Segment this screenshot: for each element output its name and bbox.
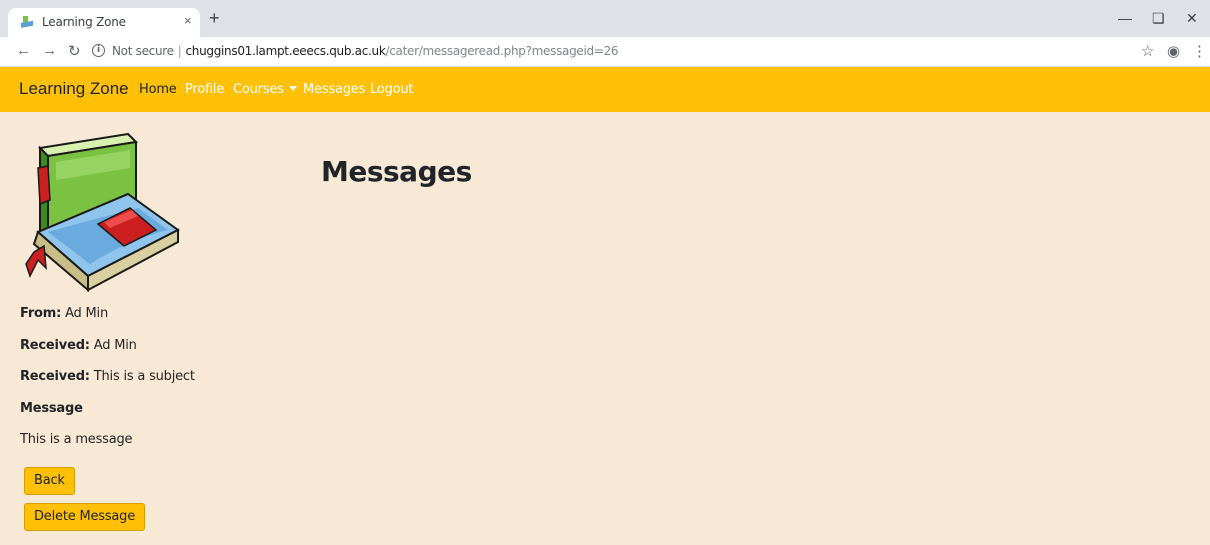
- security-label: Not secure: [112, 44, 174, 58]
- address-bar: ← → ↻ i Not secure | chuggins01.lampt.eeec…: [0, 37, 1210, 67]
- minimize-icon[interactable]: —: [1118, 10, 1132, 26]
- tab-close-icon[interactable]: ×: [184, 13, 192, 28]
- nav-home[interactable]: Home: [139, 82, 177, 97]
- url-input[interactable]: i Not secure | chuggins01.lampt.eeecs.qub.…: [92, 41, 1142, 63]
- site-navbar: Learning Zone Home Profile Courses Messa…: [0, 67, 1210, 112]
- account-icon[interactable]: ◉: [1167, 42, 1180, 60]
- message-body: This is a message: [20, 432, 133, 447]
- from-field: From: Ad Min: [20, 306, 108, 321]
- nav-profile[interactable]: Profile: [185, 82, 224, 97]
- forward-icon[interactable]: →: [42, 42, 57, 59]
- browser-tab-strip: Learning Zone × + — ❏ ✕: [0, 0, 1210, 37]
- star-icon[interactable]: ☆: [1141, 42, 1154, 60]
- brand-logo-text[interactable]: Learning Zone: [19, 79, 129, 99]
- books-illustration: [25, 132, 180, 293]
- back-button[interactable]: Back: [24, 467, 75, 495]
- received-field: Received: Ad Min: [20, 338, 137, 353]
- books-favicon-icon: [21, 16, 33, 28]
- url-path: /cater/messageread.php?messageid=26: [385, 44, 619, 58]
- received-value: Ad Min: [93, 338, 137, 353]
- subject-field: Received: This is a subject: [20, 369, 195, 384]
- caret-down-icon: [288, 86, 297, 91]
- back-icon[interactable]: ←: [16, 42, 31, 59]
- close-window-icon[interactable]: ✕: [1186, 10, 1198, 27]
- browser-tab[interactable]: Learning Zone ×: [8, 8, 200, 37]
- nav-courses-label: Courses: [233, 82, 284, 97]
- received-label: Received:: [20, 338, 90, 353]
- nav-courses[interactable]: Courses: [233, 82, 297, 97]
- url-host: chuggins01.lampt.eeecs.qub.ac.uk: [185, 44, 386, 58]
- delete-message-button[interactable]: Delete Message: [24, 503, 146, 531]
- nav-messages[interactable]: Messages: [303, 82, 365, 97]
- message-heading: Message: [20, 401, 83, 416]
- subject-label: Received:: [20, 369, 90, 384]
- reload-icon[interactable]: ↻: [68, 42, 81, 60]
- menu-icon[interactable]: ⋮: [1192, 42, 1207, 60]
- new-tab-icon[interactable]: +: [209, 8, 220, 28]
- nav-logout[interactable]: Logout: [370, 82, 414, 97]
- restore-icon[interactable]: ❏: [1152, 10, 1165, 27]
- message-label: Message: [20, 401, 83, 416]
- from-value: Ad Min: [65, 306, 108, 321]
- from-label: From:: [20, 306, 62, 321]
- tab-title: Learning Zone: [42, 15, 126, 29]
- info-icon[interactable]: i: [92, 44, 105, 57]
- subject-value: This is a subject: [93, 369, 195, 384]
- page-title: Messages: [321, 155, 472, 188]
